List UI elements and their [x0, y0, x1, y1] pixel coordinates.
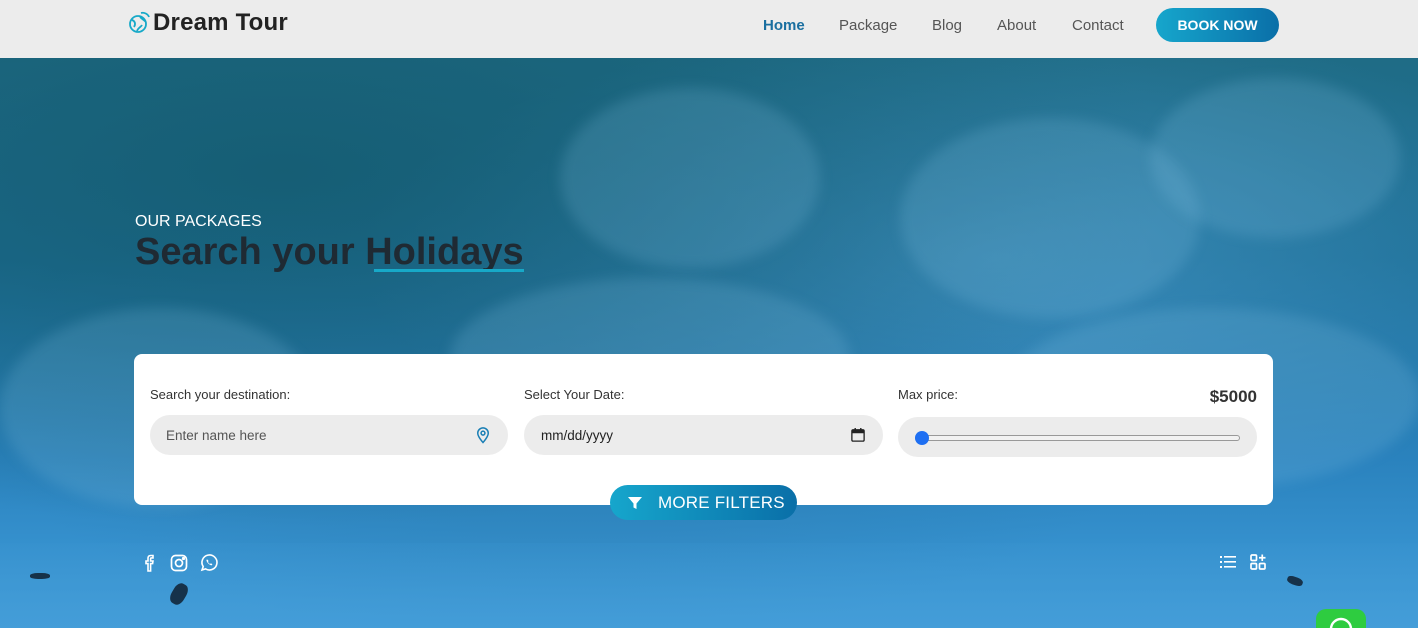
- list-view-icon[interactable]: [1219, 553, 1237, 571]
- nav-about[interactable]: About: [997, 17, 1036, 34]
- calendar-icon[interactable]: [851, 428, 865, 442]
- headline-underline: [374, 269, 524, 272]
- date-value: mm/dd/yyyy: [541, 427, 614, 443]
- instagram-icon[interactable]: [169, 553, 189, 573]
- nav-home[interactable]: Home: [763, 17, 805, 34]
- hero-background: [0, 58, 1418, 628]
- whatsapp-chat-button[interactable]: [1316, 609, 1366, 628]
- globe-icon: [129, 11, 150, 33]
- whatsapp-chat-icon: [1329, 617, 1353, 628]
- brand-name: Dream Tour: [153, 9, 288, 36]
- headline-accent: Holidays: [365, 231, 524, 273]
- price-label: Max price:: [898, 387, 958, 402]
- site-header: Dream Tour Home Package Blog About Conta…: [0, 0, 1418, 58]
- hero-headline: Search your Holidays: [135, 231, 524, 274]
- destination-label: Search your destination:: [150, 387, 291, 402]
- grid-view-icon[interactable]: [1249, 553, 1267, 571]
- whatsapp-icon[interactable]: [199, 553, 219, 573]
- facebook-icon[interactable]: [140, 553, 160, 573]
- book-now-button[interactable]: BOOK NOW: [1156, 8, 1279, 42]
- more-filters-label: MORE FILTERS: [658, 492, 785, 512]
- headline-prefix: Search your: [135, 231, 366, 273]
- nav-blog[interactable]: Blog: [932, 17, 962, 34]
- filter-icon: [628, 496, 642, 509]
- search-card: Search your destination: Enter name here…: [134, 354, 1273, 505]
- date-input[interactable]: mm/dd/yyyy: [524, 415, 883, 455]
- nav-contact[interactable]: Contact: [1072, 17, 1124, 34]
- hero-kicker: OUR PACKAGES: [135, 213, 262, 230]
- brand-logo[interactable]: Dream Tour: [127, 9, 288, 37]
- destination-placeholder: Enter name here: [166, 427, 267, 443]
- price-value: $5000: [1209, 387, 1257, 406]
- price-slider-thumb[interactable]: [915, 431, 929, 445]
- more-filters-button[interactable]: MORE FILTERS: [610, 485, 797, 520]
- map-pin-icon: [476, 427, 490, 444]
- nav-package[interactable]: Package: [839, 17, 897, 34]
- date-label: Select Your Date:: [524, 387, 625, 402]
- price-slider-track[interactable]: [915, 435, 1240, 441]
- headline-accent-text: Holidays: [365, 231, 524, 273]
- destination-input[interactable]: Enter name here: [150, 415, 508, 455]
- swimmer-figure: [30, 573, 50, 579]
- price-slider-field: [898, 417, 1257, 457]
